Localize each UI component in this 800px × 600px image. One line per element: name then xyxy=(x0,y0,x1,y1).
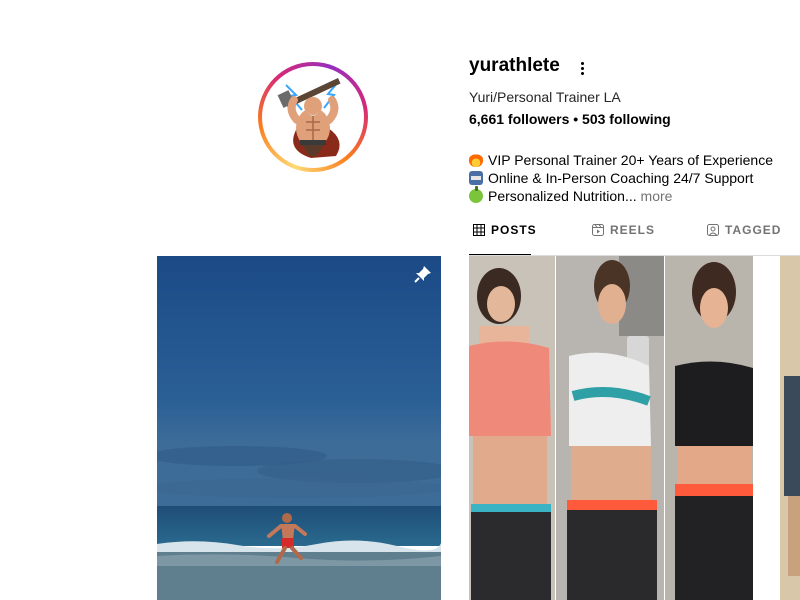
green-apple-emoji-icon xyxy=(469,186,483,203)
post-mirror-selfies[interactable] xyxy=(469,256,753,600)
bio-line-1: VIP Personal Trainer 20+ Years of Experi… xyxy=(469,151,773,169)
bio-line-2: Online & In-Person Coaching 24/7 Support xyxy=(469,169,773,187)
tab-reels[interactable]: REELS xyxy=(592,223,655,237)
tab-posts-label: POSTS xyxy=(491,223,537,237)
profile-stats[interactable]: 6,661 followers • 503 following xyxy=(469,111,671,127)
pin-icon xyxy=(414,266,431,283)
avatar[interactable] xyxy=(266,70,360,164)
tagged-icon xyxy=(707,224,719,236)
tab-tagged-label: TAGGED xyxy=(725,223,782,237)
tab-posts[interactable]: POSTS xyxy=(473,223,537,237)
bio-line-1-text: VIP Personal Trainer 20+ Years of Experi… xyxy=(488,152,773,168)
cartoon-warrior-avatar-icon xyxy=(266,70,360,164)
partial-photo xyxy=(780,256,800,600)
active-tab-indicator xyxy=(469,254,531,255)
bio-line-3: Personalized Nutrition... more xyxy=(469,186,773,205)
tab-tagged[interactable]: TAGGED xyxy=(707,223,781,237)
tab-reels-label: REELS xyxy=(610,223,656,237)
fire-emoji-icon xyxy=(469,153,483,167)
more-options-icon[interactable] xyxy=(575,58,589,78)
bio-line-3-text: Personalized Nutrition... xyxy=(488,188,637,204)
bio-line-2-text: Online & In-Person Coaching 24/7 Support xyxy=(488,170,754,186)
beach-sprint-photo xyxy=(157,256,441,600)
profile-full-name: Yuri/Personal Trainer LA xyxy=(469,89,621,105)
post-partial[interactable] xyxy=(780,256,800,600)
post-beach-sprint[interactable] xyxy=(157,256,441,600)
reels-icon xyxy=(592,224,604,236)
profile-bio: VIP Personal Trainer 20+ Years of Experi… xyxy=(469,151,773,205)
grid-icon xyxy=(473,224,485,236)
bio-more-link[interactable]: more xyxy=(641,187,673,205)
profile-username: yurathlete xyxy=(469,55,560,76)
three-mirror-selfies-photo xyxy=(469,256,753,600)
weightlifter-emoji-icon xyxy=(469,171,483,185)
profile-avatar-ring[interactable] xyxy=(258,62,368,172)
